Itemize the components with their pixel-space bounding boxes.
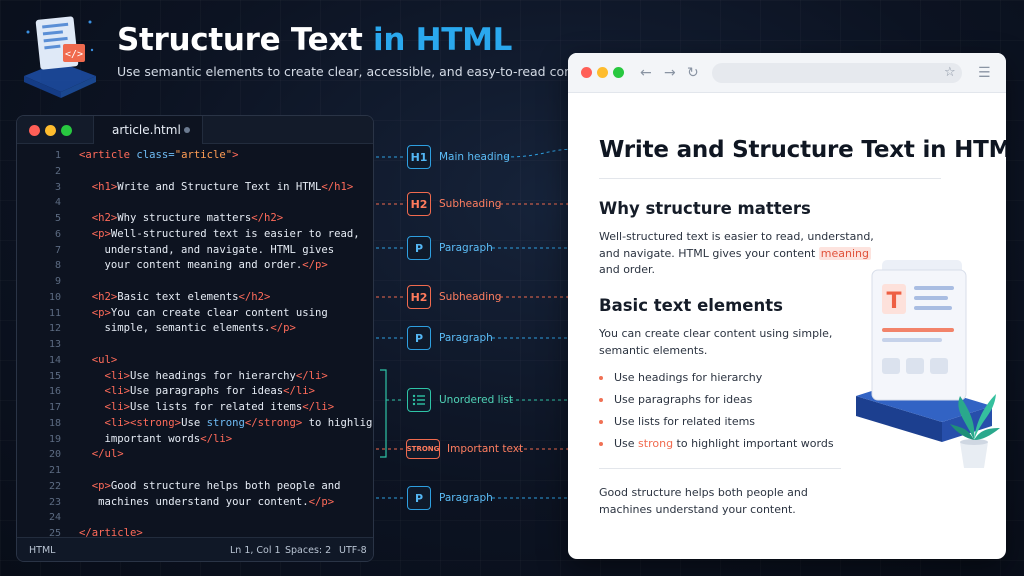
list-item: Use headings for hierarchy [599, 371, 762, 384]
divider [599, 468, 841, 469]
list-item: Use strong to highlight important words [599, 437, 834, 450]
paragraph-label: Paragraph [439, 492, 493, 504]
preview-paragraph-2: You can create clear content using simpl… [599, 327, 833, 357]
preview-h2-why: Why structure matters [599, 199, 811, 218]
browser-minimize-button[interactable] [597, 67, 608, 78]
preview-paragraph-3: Good structure helps both people and mac… [599, 486, 808, 516]
divider [599, 178, 941, 179]
back-arrow-icon[interactable]: ← [640, 66, 652, 80]
preview-paragraph-1: Well-structured text is easier to read, … [599, 230, 874, 276]
browser-maximize-button[interactable] [613, 67, 624, 78]
preview-h2-basic: Basic text elements [599, 296, 783, 315]
preview-h1: Write and Structure Text in HTML [599, 137, 1006, 163]
reload-icon[interactable]: ↻ [687, 66, 699, 80]
strong-badge: STRONG [406, 439, 440, 459]
main-heading-label: Main heading [439, 151, 510, 163]
subheading-label: Subheading [439, 198, 502, 210]
unordered-list-label: Unordered list [439, 394, 513, 406]
document-plant-illustration: T [856, 260, 1000, 468]
h2-badge: H2 [407, 192, 431, 216]
list-item: Use lists for related items [599, 415, 755, 428]
p-badge: P [407, 326, 431, 350]
p-badge: P [407, 236, 431, 260]
subheading-label: Subheading [439, 291, 502, 303]
important-text-label: Important text [447, 443, 524, 455]
strong-word: strong [638, 437, 674, 450]
paragraph-label: Paragraph [439, 242, 493, 254]
list-item: Use paragraphs for ideas [599, 393, 752, 406]
svg-text:T: T [886, 289, 901, 314]
forward-arrow-icon[interactable]: → [664, 66, 676, 80]
h1-badge: H1 [407, 145, 431, 169]
paragraph-label: Paragraph [439, 332, 493, 344]
h2-badge: H2 [407, 285, 431, 309]
address-bar[interactable] [712, 63, 962, 83]
menu-icon[interactable]: ☰ [978, 66, 991, 80]
p-badge: P [407, 486, 431, 510]
browser-close-button[interactable] [581, 67, 592, 78]
bookmark-star-icon[interactable]: ☆ [944, 66, 956, 80]
browser-toolbar: ← → ↻ ☆ ☰ [568, 53, 1006, 93]
list-icon [407, 388, 431, 412]
